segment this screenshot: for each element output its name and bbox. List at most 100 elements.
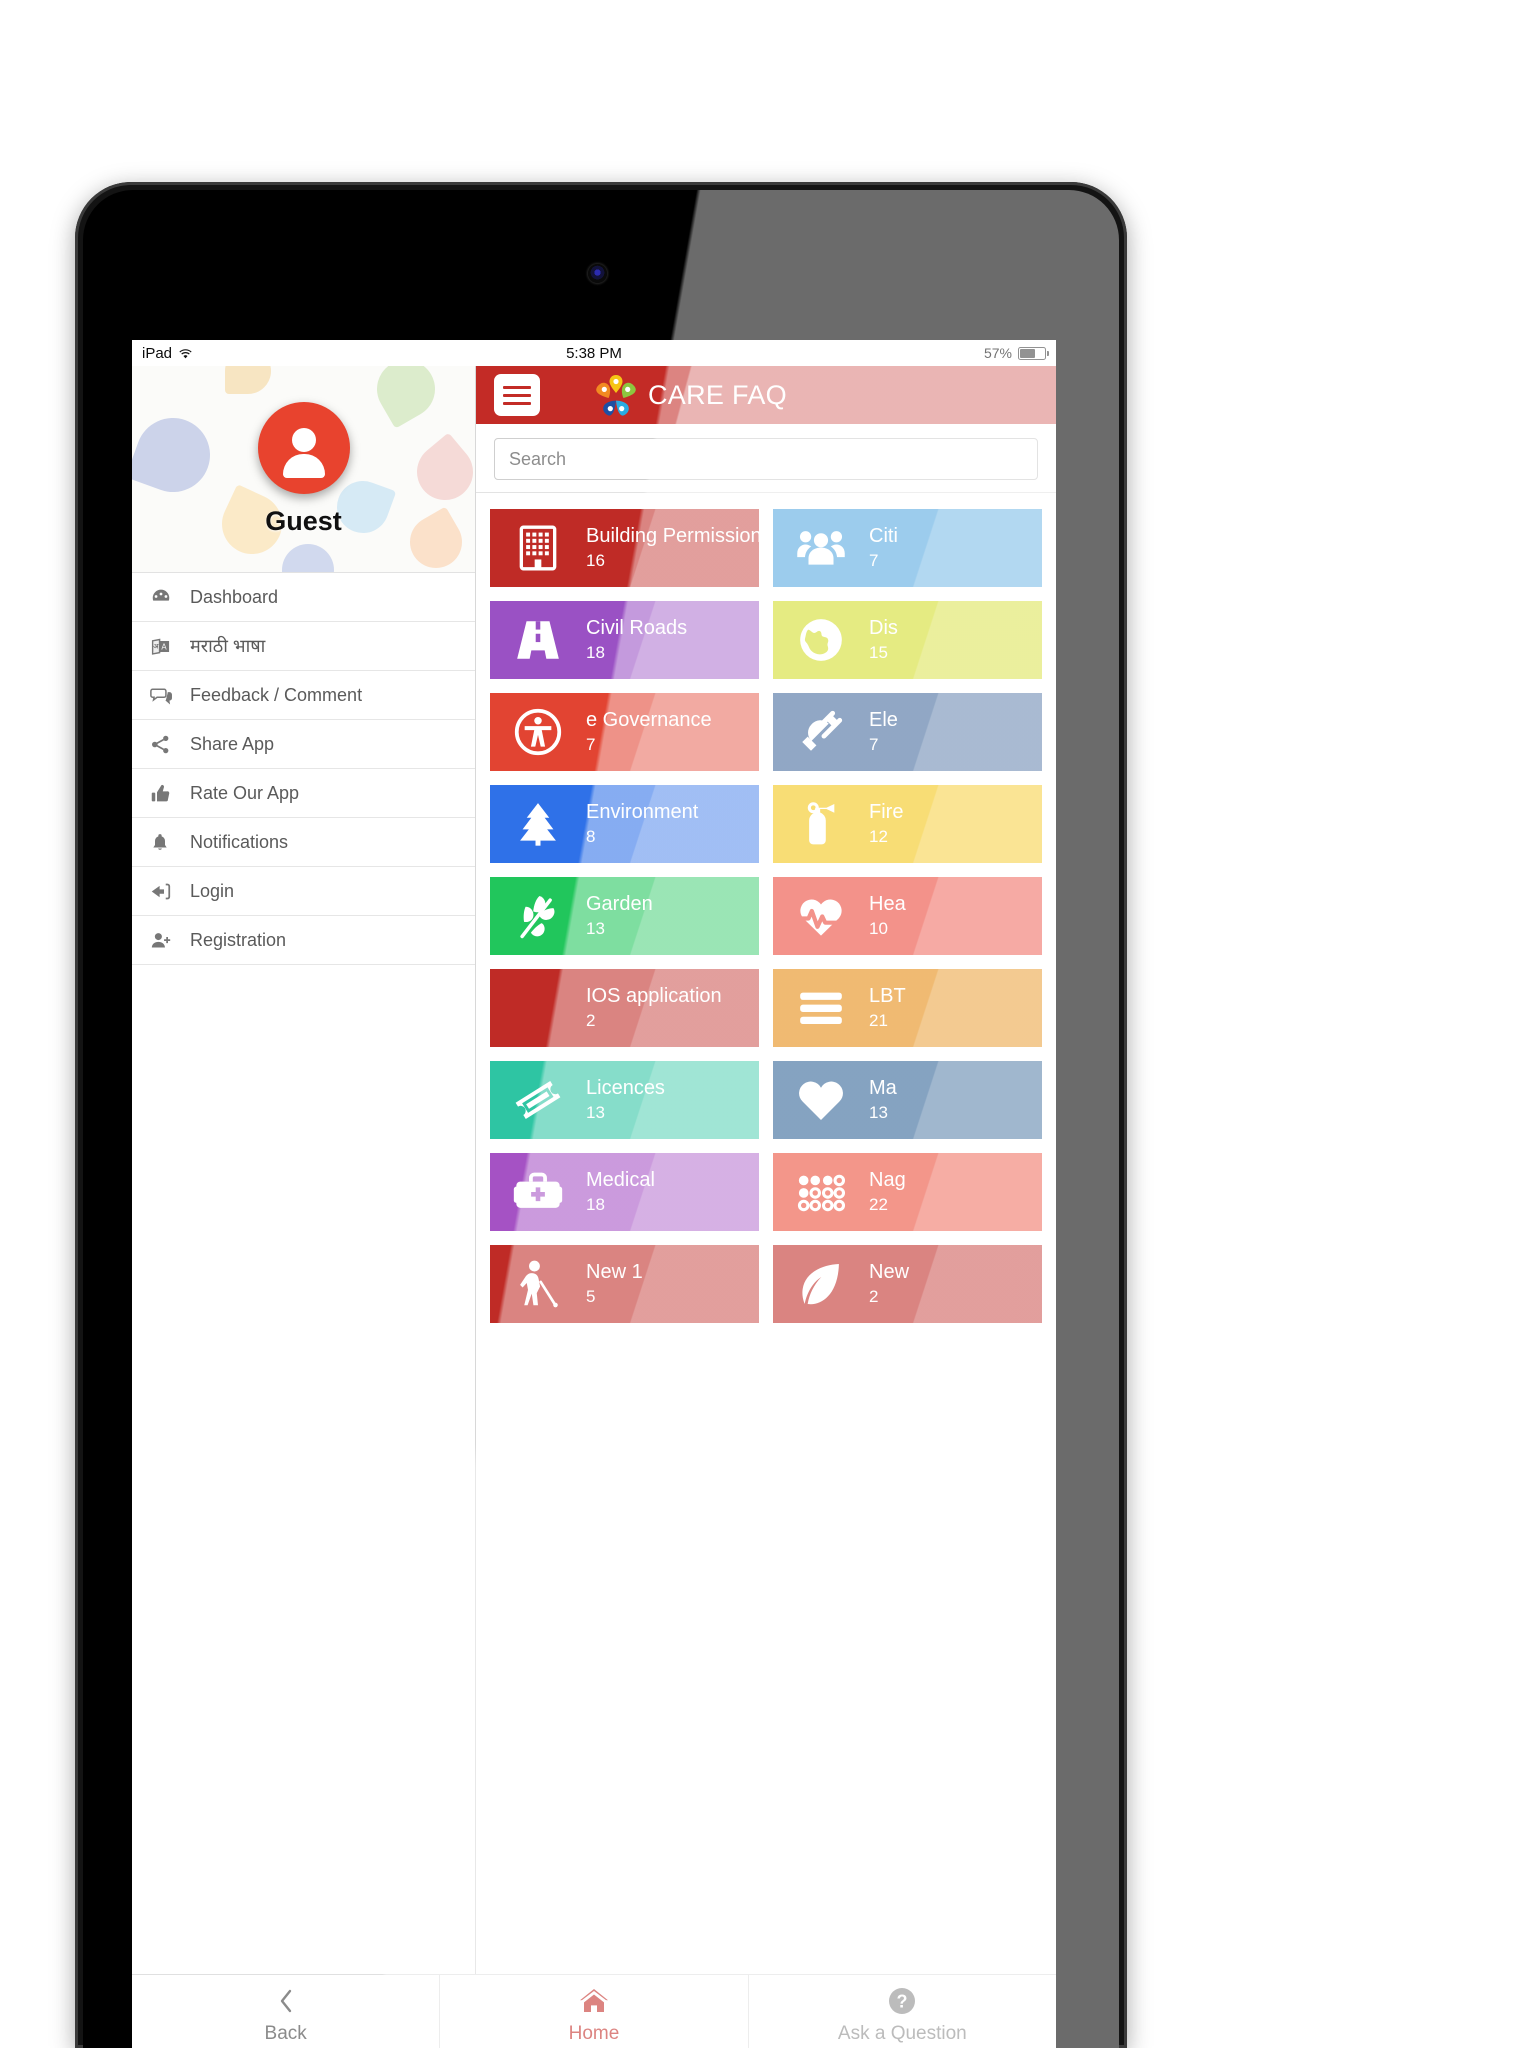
tile-count: 18 <box>586 1195 605 1214</box>
tile-count: 12 <box>869 827 888 846</box>
tile-count: 7 <box>869 735 879 754</box>
tile-title: LBT <box>869 985 906 1007</box>
tile-civil-roads[interactable]: Civil Roads 18 <box>490 601 759 679</box>
heartbeat-icon <box>773 891 869 941</box>
sidebar-item-label: मराठी भाषा <box>190 636 266 656</box>
svg-text:A: A <box>161 642 167 651</box>
sidebar-item-share-app[interactable]: Share App <box>132 720 475 769</box>
tablet-device: iPad 5:38 PM 57% Guest Dashboard A अ मरा… <box>75 182 1127 2048</box>
ticket-icon <box>490 1075 586 1125</box>
sidebar-item-label: Login <box>190 880 235 901</box>
search-input[interactable] <box>494 438 1038 480</box>
tile-count: 21 <box>869 1011 888 1030</box>
tile-title: Building Permission <box>586 525 759 547</box>
user-avatar-icon <box>291 428 316 452</box>
translate-icon: A अ <box>150 636 190 657</box>
leaf-icon <box>773 1259 869 1309</box>
front-camera-icon <box>588 264 607 283</box>
nav-label: Home <box>568 2023 620 2044</box>
sidebar-item-dashboard[interactable]: Dashboard <box>132 573 475 622</box>
tile-title: e Governance <box>586 709 712 731</box>
hamburger-menu-icon[interactable] <box>494 374 540 416</box>
tile-title: Dis <box>869 617 898 639</box>
tile-count: 13 <box>869 1103 888 1122</box>
decorative-bubble <box>405 432 475 512</box>
tile-new-1[interactable]: New 1 5 <box>490 1245 759 1323</box>
tile-licences[interactable]: Licences 13 <box>490 1061 759 1139</box>
app-screen: iPad 5:38 PM 57% Guest Dashboard A अ मरा… <box>132 340 1056 2048</box>
decorative-bubble <box>366 366 446 429</box>
nav-ask-question-button[interactable]: ? Ask a Question <box>749 1975 1056 2048</box>
tile-environment[interactable]: Environment 8 <box>490 785 759 863</box>
tile-count: 16 <box>586 551 605 570</box>
status-bar: iPad 5:38 PM 57% <box>132 340 1056 366</box>
tile-hea[interactable]: Hea 10 <box>773 877 1042 955</box>
sidebar-item-marathi[interactable]: A अ मराठी भाषा <box>132 622 475 671</box>
tree-icon <box>490 799 586 849</box>
app-bar: CARE FAQ <box>476 366 1056 424</box>
clock-label: 5:38 PM <box>566 344 622 362</box>
tile-count: 22 <box>869 1195 888 1214</box>
sidebar-item-registration[interactable]: Registration <box>132 916 475 965</box>
tile-garden[interactable]: Garden 13 <box>490 877 759 955</box>
tile-lbt[interactable]: LBT 21 <box>773 969 1042 1047</box>
app-body: Guest Dashboard A अ मराठी भाषा Feedback … <box>132 366 1056 1974</box>
avatar[interactable] <box>257 402 350 494</box>
sidebar-item-label: Notifications <box>190 831 289 852</box>
tile-title: IOS application <box>586 985 722 1007</box>
tile-count: 18 <box>586 643 605 662</box>
bottom-navigation: Back Home ? Ask a Question <box>132 1974 1056 2048</box>
tile-title: Environment <box>586 801 699 823</box>
sidebar-item-notifications[interactable]: Notifications <box>132 818 475 867</box>
sidebar-item-label: Share App <box>190 733 275 754</box>
sidebar-item-rate-our-app[interactable]: Rate Our App <box>132 769 475 818</box>
nav-back-button[interactable]: Back <box>132 1975 439 2048</box>
search-bar-container <box>476 424 1056 493</box>
tile-count: 2 <box>869 1287 879 1306</box>
login-icon <box>150 881 190 902</box>
tile-title: Citi <box>869 525 898 547</box>
user-add-icon <box>150 930 190 951</box>
question-circle-icon: ? <box>888 1986 916 2016</box>
tile-building-permission[interactable]: Building Permission 16 <box>490 509 759 587</box>
bell-icon <box>150 832 190 853</box>
status-bar-time: 5:38 PM <box>132 345 1056 362</box>
comment-icon <box>150 685 190 706</box>
tile-title: Licences <box>586 1077 665 1099</box>
tile-new[interactable]: New 2 <box>773 1245 1042 1323</box>
list-bars-icon <box>773 983 869 1033</box>
tile-count: 7 <box>869 551 879 570</box>
tile-ios-application[interactable]: IOS application 2 <box>490 969 759 1047</box>
tablet-bezel: iPad 5:38 PM 57% Guest Dashboard A अ मरा… <box>83 190 1119 2048</box>
tile-ma[interactable]: Ma 13 <box>773 1061 1042 1139</box>
tile-count: 13 <box>586 1103 605 1122</box>
care-flower-logo-icon <box>594 373 638 417</box>
medical-kit-icon <box>490 1167 586 1217</box>
battery-icon <box>1018 346 1049 360</box>
tile-count: 13 <box>586 919 605 938</box>
tile-citi[interactable]: Citi 7 <box>773 509 1042 587</box>
sidebar-item-login[interactable]: Login <box>132 867 475 916</box>
tile-e-governance[interactable]: e Governance 7 <box>490 693 759 771</box>
tile-grid: Building Permission 16 Citi 7 Civil Road… <box>476 493 1056 1974</box>
sidebar-item-label: Rate Our App <box>190 782 300 803</box>
sidebar-item-label: Registration <box>190 929 287 950</box>
dashboard-icon <box>150 586 190 608</box>
tile-dis[interactable]: Dis 15 <box>773 601 1042 679</box>
tile-nag[interactable]: Nag 22 <box>773 1153 1042 1231</box>
wifi-icon <box>178 347 193 359</box>
sidebar-profile-header: Guest <box>132 366 475 573</box>
tile-title: Hea <box>869 893 906 915</box>
home-icon <box>579 1986 609 2016</box>
building-icon <box>490 523 586 573</box>
tile-title: New <box>869 1261 910 1283</box>
tile-fire[interactable]: Fire 12 <box>773 785 1042 863</box>
chevron-left-icon <box>277 1986 295 2016</box>
svg-text:?: ? <box>897 1992 908 2012</box>
tile-ele[interactable]: Ele 7 <box>773 693 1042 771</box>
tile-medical[interactable]: Medical 18 <box>490 1153 759 1231</box>
sidebar-item-feedback[interactable]: Feedback / Comment <box>132 671 475 720</box>
profile-name-label: Guest <box>265 506 342 536</box>
nav-home-button[interactable]: Home <box>440 1975 747 2048</box>
decorative-bubble <box>225 366 271 394</box>
